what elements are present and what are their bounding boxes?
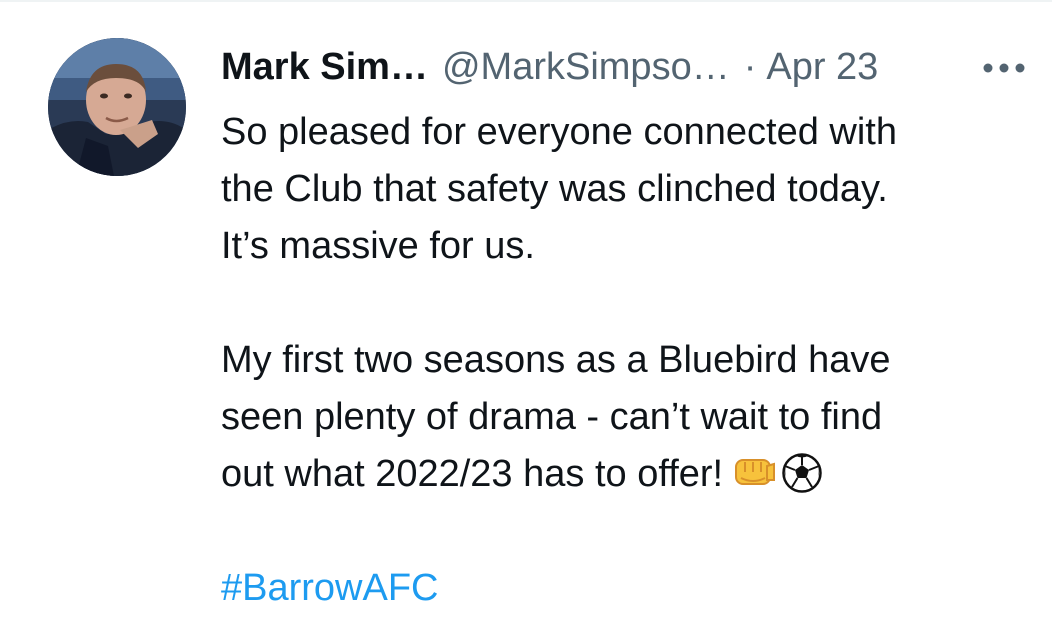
more-options-button[interactable] — [978, 50, 1030, 86]
header-separator: · — [743, 46, 757, 88]
oncoming-fist-icon — [733, 454, 777, 511]
soccer-ball-icon — [781, 452, 823, 511]
tweet-text-line: out what 2022/23 has to offer! — [221, 453, 724, 495]
tweet-text-line: My first two seasons as a Bluebird have — [221, 339, 891, 381]
tweet-text-last-line: out what 2022/23 has to offer! — [221, 446, 1021, 503]
tweet-text-line: So pleased for everyone connected with — [221, 111, 897, 153]
tweet-header: Mark Sim… @MarkSimpso… · Apr 23 — [221, 42, 878, 92]
tweet-text-line: seen plenty of drama - can’t wait to fin… — [221, 396, 883, 438]
tweet-text-line: It’s massive for us. — [221, 225, 535, 267]
tweet-text-line: the Club that safety was clinched today. — [221, 168, 888, 210]
author-handle[interactable]: @MarkSimpso… — [442, 42, 730, 92]
author-display-name[interactable]: Mark Sim… — [221, 42, 428, 92]
avatar[interactable] — [48, 38, 186, 176]
more-horizontal-icon — [983, 63, 1025, 73]
profile-photo — [48, 38, 186, 176]
hashtag-link[interactable]: #BarrowAFC — [221, 567, 439, 609]
tweet-date[interactable]: Apr 23 — [766, 42, 878, 92]
tweet[interactable]: Mark Sim… @MarkSimpso… · Apr 23 So pleas… — [0, 0, 1052, 609]
tweet-text: So pleased for everyone connected with t… — [221, 104, 1021, 617]
hashtag-line: #BarrowAFC — [221, 560, 1021, 617]
